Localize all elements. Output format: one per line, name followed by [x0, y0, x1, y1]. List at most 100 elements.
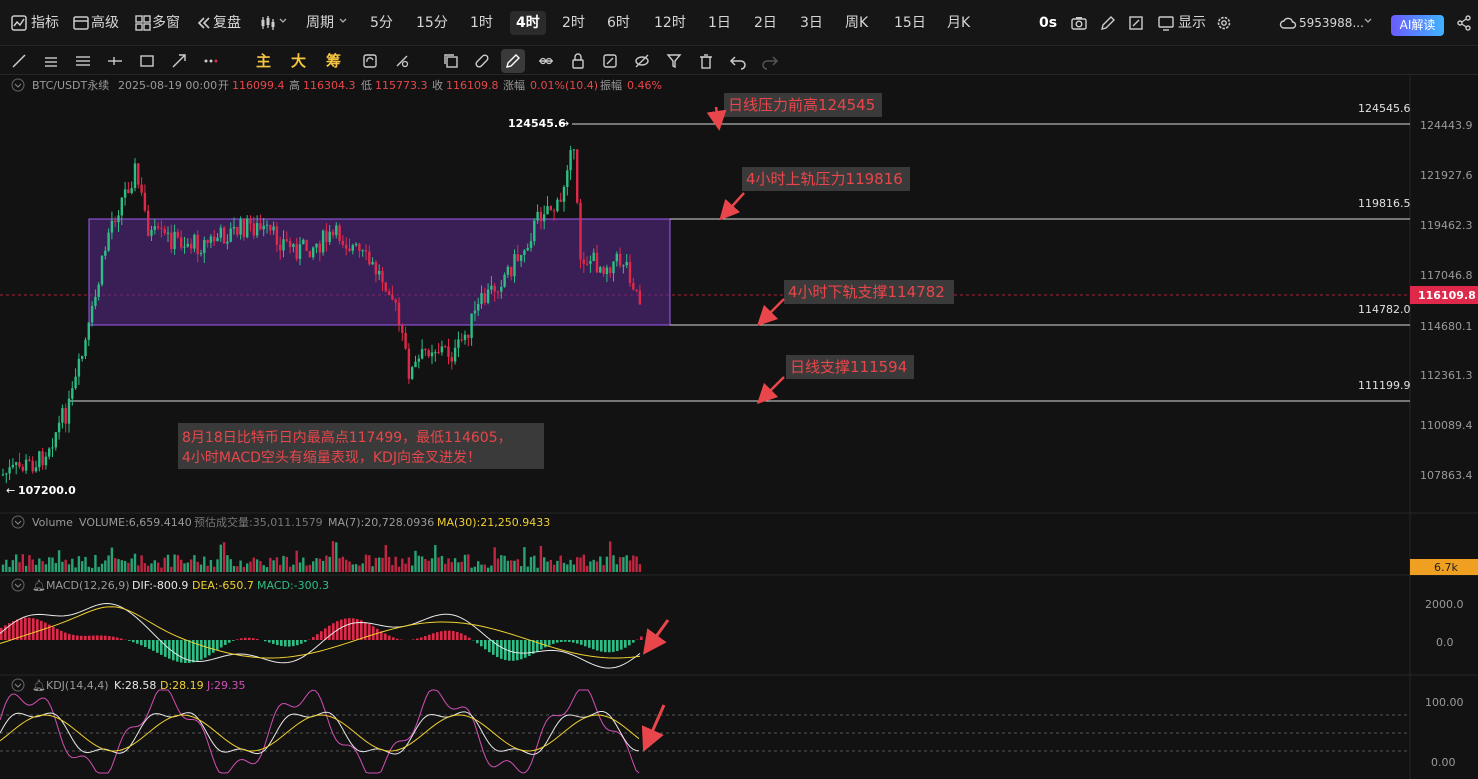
chevron-down-icon[interactable] — [278, 16, 288, 26]
interval-6h[interactable]: 6时 — [607, 11, 630, 35]
candle-body — [226, 241, 229, 244]
macd-bar — [164, 640, 167, 657]
volume-bar — [84, 556, 87, 572]
filter-icon[interactable] — [665, 52, 683, 70]
volume-bar — [599, 556, 602, 572]
undo-icon[interactable] — [729, 52, 747, 70]
collapse-icon[interactable] — [14, 583, 22, 588]
interval-1h[interactable]: 1时 — [470, 11, 493, 35]
macd-bar — [288, 640, 291, 647]
trendline-tool-icon[interactable] — [10, 52, 28, 70]
interval-week[interactable]: 周K — [845, 11, 868, 35]
collapse-icon[interactable] — [14, 520, 22, 525]
collapse-icon[interactable] — [14, 683, 22, 688]
chart-canvas[interactable]: BTC/USDT永续 2025-08-19 00:00 开 116099.4 高… — [0, 75, 1478, 779]
candle-body — [269, 224, 272, 231]
interval-2h[interactable]: 2时 — [562, 11, 585, 35]
sync-icon[interactable] — [361, 52, 379, 70]
account-label[interactable]: 5953988... — [1299, 11, 1364, 35]
macd-arrow-annotation[interactable] — [642, 619, 670, 655]
rectangle-tool-icon[interactable] — [138, 52, 156, 70]
indicators-button[interactable]: 指标 — [31, 11, 59, 35]
macd-bar — [28, 617, 31, 640]
macd-bar — [632, 640, 635, 643]
display-button[interactable]: 显示 — [1178, 11, 1206, 35]
interval-3d[interactable]: 3日 — [800, 11, 823, 35]
candle-body — [315, 243, 318, 248]
horizontal-ray-tool-icon[interactable] — [106, 52, 124, 70]
candle-body — [549, 206, 552, 211]
replay-button[interactable]: 复盘 — [213, 11, 241, 35]
interval-5m[interactable]: 5分 — [370, 11, 393, 35]
candle-body — [236, 226, 239, 235]
edit-icon[interactable] — [1099, 14, 1117, 32]
parallel-lines-tool-icon[interactable] — [42, 52, 60, 70]
macd-bar — [488, 640, 491, 653]
candle-body — [635, 289, 638, 291]
macd-bar — [232, 640, 235, 641]
more-tools-icon[interactable] — [202, 52, 220, 70]
interval-1d[interactable]: 1日 — [708, 11, 731, 35]
candle-body — [203, 240, 206, 254]
share-icon[interactable] — [1455, 14, 1473, 32]
trash-icon[interactable] — [697, 52, 715, 70]
chevron-down-icon[interactable] — [1363, 16, 1373, 26]
advanced-button[interactable]: 高级 — [91, 11, 119, 35]
candle-body — [259, 223, 262, 230]
volume-bar — [483, 564, 486, 572]
volume-bar — [104, 560, 107, 572]
kdj-arrow-annotation[interactable] — [641, 704, 666, 752]
volume-bar — [285, 556, 288, 572]
candle-body — [599, 267, 602, 273]
chart-type-icon[interactable] — [259, 14, 277, 32]
notes-icon[interactable] — [601, 52, 619, 70]
copy-icon[interactable] — [442, 52, 460, 70]
chips-toggle[interactable]: 筹 — [326, 50, 341, 71]
candle-body — [31, 460, 34, 472]
main-indicator-toggle[interactable]: 主 — [256, 50, 271, 71]
multi-window-button[interactable]: 多窗 — [152, 11, 180, 35]
link-icon[interactable] — [473, 52, 491, 70]
bell-icon[interactable]: 🔔︎ — [32, 579, 46, 592]
cloud-icon[interactable] — [1279, 14, 1297, 32]
advanced-icon[interactable] — [72, 14, 90, 32]
ai-interpret-button[interactable]: AI解读 — [1391, 15, 1444, 36]
candle-body — [569, 150, 572, 171]
interval-2d[interactable]: 2日 — [754, 11, 777, 35]
measure-icon[interactable] — [537, 52, 555, 70]
interval-15d[interactable]: 15日 — [894, 11, 926, 35]
indicator-icon[interactable] — [10, 14, 28, 32]
hide-drawings-icon[interactable] — [633, 52, 651, 70]
collapse-icon[interactable] — [14, 83, 22, 88]
interval-15m[interactable]: 15分 — [416, 11, 448, 35]
volume-estimate: 预估成交量:35,011.1579 — [194, 515, 323, 529]
period-dropdown[interactable]: 周期 — [306, 11, 334, 35]
interval-month[interactable]: 月K — [947, 11, 970, 35]
display-icon[interactable] — [1157, 14, 1175, 32]
macd-bar — [320, 631, 323, 640]
legend-high-label: 高 — [289, 78, 300, 92]
bell-icon[interactable]: 🔔︎ — [32, 679, 46, 692]
note-4h-lower: 4小时下轨支撑114782 — [788, 283, 945, 301]
candle-body — [632, 282, 635, 290]
draw-pen-icon[interactable] — [504, 52, 522, 70]
big-order-toggle[interactable]: 大 — [291, 50, 306, 71]
camera-icon[interactable] — [1070, 14, 1088, 32]
macd-bar — [572, 640, 575, 643]
interval-4h[interactable]: 4时 — [510, 11, 546, 35]
horizontal-lines-tool-icon[interactable] — [74, 52, 92, 70]
magnet-icon[interactable] — [393, 52, 411, 70]
gear-icon[interactable] — [1215, 14, 1233, 32]
level-price-label: 124545.6 — [1358, 102, 1411, 115]
candle-body — [133, 163, 137, 189]
lock-icon[interactable] — [569, 52, 587, 70]
multi-window-icon[interactable] — [134, 14, 152, 32]
chevron-down-icon[interactable] — [338, 16, 348, 26]
candle-body — [510, 266, 513, 277]
arrow-tool-icon[interactable] — [170, 52, 188, 70]
interval-12h[interactable]: 12时 — [654, 11, 686, 35]
redo-icon[interactable] — [761, 52, 779, 70]
candle-body — [605, 267, 609, 274]
fullscreen-icon[interactable] — [1127, 14, 1145, 32]
replay-icon[interactable] — [195, 14, 213, 32]
